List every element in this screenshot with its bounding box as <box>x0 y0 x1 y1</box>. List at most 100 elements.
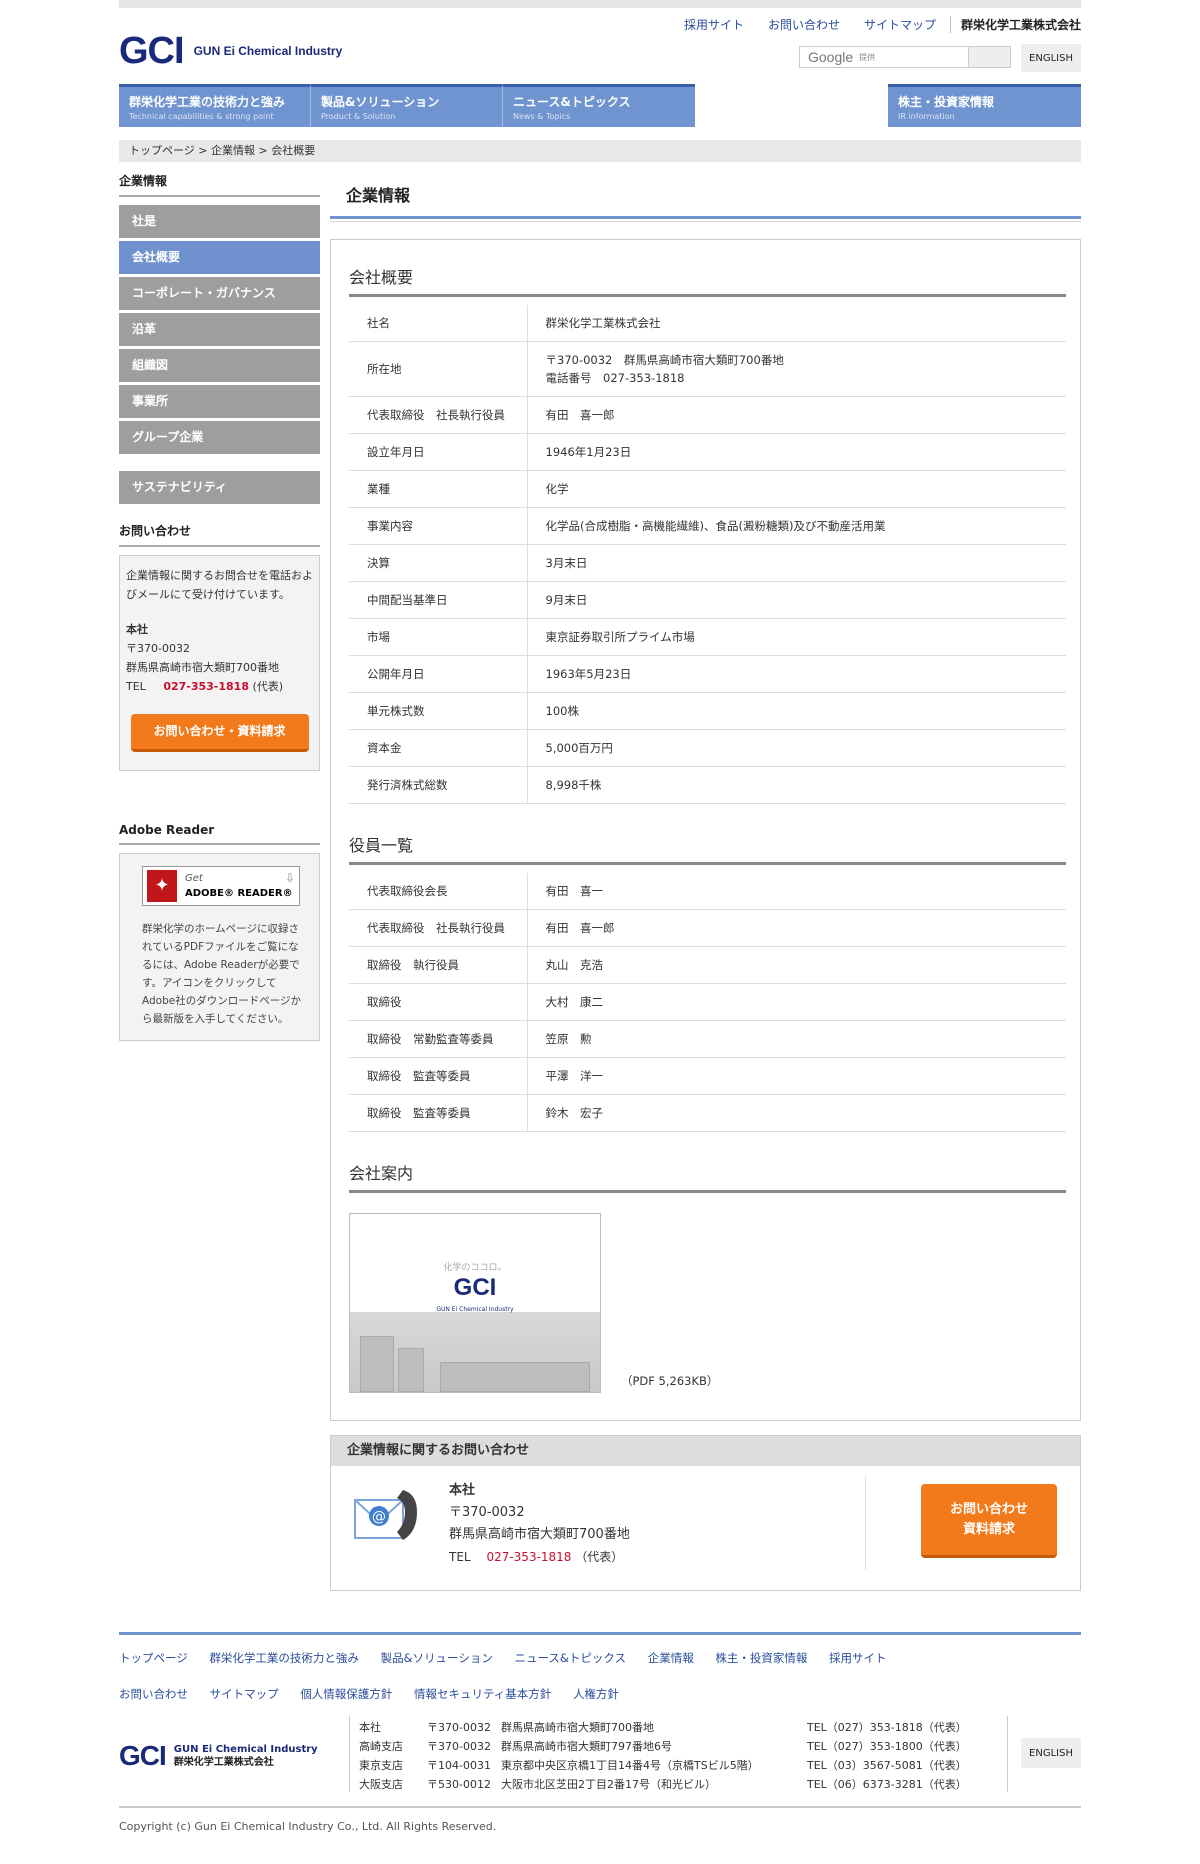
table-key: 公開年月日 <box>349 655 528 693</box>
main-content: 企業情報 会社概要 社名 群栄化学工業株式会社 所在地 〒370-0032 群馬県高… <box>330 172 1081 1591</box>
footer-logo-mark: GCI <box>119 1740 167 1771</box>
google-sub: 提供 <box>859 52 876 62</box>
table-value: 群栄化学工業株式会社 <box>527 305 1066 342</box>
guide-heading: 会社案内 <box>349 1132 1066 1193</box>
table-key: 決算 <box>349 544 528 582</box>
pamphlet-thumbnail[interactable]: 化学のココロ。 GCI GUN Ei Chemical Industry <box>349 1213 601 1393</box>
table-value: 1963年5月23日 <box>527 655 1066 693</box>
footer-link[interactable]: 情報セキュリティ基本方針 <box>414 1687 551 1701</box>
footer-link[interactable]: お問い合わせ <box>119 1687 188 1701</box>
table-value: 〒370-0032 群馬県高崎市宿大類町700番地 電話番号 027-353-18… <box>527 341 1066 397</box>
inquiry-button-line2: 資料請求 <box>962 1522 1015 1537</box>
table-row: 設立年月日 1946年1月23日 <box>349 433 1066 471</box>
table-key: 取締役 監査等委員 <box>349 1057 528 1095</box>
gnav-sublabel: IR information <box>898 112 955 121</box>
english-button[interactable]: ENGLISH <box>1021 44 1081 72</box>
sidebar: 企業情報 社是 会社概要 コーポレート・ガバナンス 沿革 組織図 事業所 グルー… <box>119 172 320 1041</box>
sidebar-item-sustainability[interactable]: サステナビリティ <box>119 471 320 504</box>
inquiry-tel[interactable]: 027-353-1818 <box>486 1550 571 1564</box>
sidebar-item-organization[interactable]: 組織図 <box>119 349 320 382</box>
sidebar-item-overview[interactable]: 会社概要 <box>119 241 320 274</box>
office-tel: TEL（027）353-1818（代表） <box>807 1721 967 1734</box>
google-word: Google <box>808 49 854 65</box>
top-link-sitemap[interactable]: サイトマップ <box>864 16 936 33</box>
footer-english-button[interactable]: ENGLISH <box>1021 1738 1081 1768</box>
sidebar-item-governance[interactable]: コーポレート・ガバナンス <box>119 277 320 310</box>
copyright: Copyright (c) Gun Ei Chemical Industry C… <box>119 1820 497 1833</box>
gnav-sublabel: Technical capabilities & strong point <box>129 112 274 121</box>
table-row: 代表取締役会長 有田 喜一 <box>349 873 1066 910</box>
table-row: 取締役 大村 康二 <box>349 983 1066 1021</box>
top-link-contact[interactable]: お問い合わせ <box>768 16 840 33</box>
table-value: 化学品(合成樹脂・高機能繊維)、食品(澱粉糖類)及び不動産活用業 <box>527 507 1066 545</box>
pamphlet-catch: 化学のココロ。 <box>443 1263 507 1273</box>
breadcrumb[interactable]: トップページ > 企業情報 > 会社概要 <box>119 140 1081 162</box>
gnav-news[interactable]: ニュース&トピックス News & Topics <box>503 84 695 127</box>
site-logo[interactable]: GCI GUN Ei Chemical Industry <box>119 32 342 70</box>
footer-logo[interactable]: GCI GUN Ei Chemical Industry 群栄化学工業株式会社 <box>119 1740 318 1772</box>
table-row: 単元株式数 100株 <box>349 692 1066 730</box>
footer-link[interactable]: サイトマップ <box>210 1687 279 1701</box>
footer-link[interactable]: 株主・投資家情報 <box>715 1651 807 1665</box>
office-row: 本社 〒370-0032 群馬県高崎市宿大類町700番地 TEL（027）353-18… <box>359 1718 987 1737</box>
footer-link[interactable]: 企業情報 <box>648 1651 694 1665</box>
gnav-label: 群栄化学工業の技術力と強み <box>129 95 286 109</box>
office-tel: TEL（06）6373-3281（代表） <box>807 1778 967 1791</box>
search-input[interactable]: Google 提供 <box>799 46 969 68</box>
table-value: 鈴木 宏子 <box>527 1094 1066 1132</box>
table-row: 事業内容 化学品(合成樹脂・高機能繊維)、食品(澱粉糖類)及び不動産活用業 <box>349 507 1066 545</box>
footer-top-line <box>119 1632 1081 1635</box>
sidebar-item-history[interactable]: 沿革 <box>119 313 320 346</box>
table-key: 取締役 常勤監査等委員 <box>349 1020 528 1058</box>
inquiry-request-button[interactable]: お問い合わせ 資料請求 <box>921 1484 1057 1558</box>
table-value: 1946年1月23日 <box>527 433 1066 471</box>
footer-link[interactable]: トップページ <box>119 1651 188 1665</box>
tank-shape <box>360 1336 394 1392</box>
contact-zip: 〒370-0032 <box>126 642 190 655</box>
office-name: 高崎支店 <box>359 1740 403 1753</box>
sidebar-item-motto[interactable]: 社是 <box>119 205 320 238</box>
adobe-box: ✦ Get ADOBE® READER® ⇩ 群栄化学のホームページに収録されて… <box>119 853 320 1041</box>
global-nav: 群栄化学工業の技術力と強み Technical capabilities & s… <box>119 84 695 127</box>
table-key: 取締役 <box>349 983 528 1021</box>
footer-link[interactable]: 群栄化学工業の技術力と強み <box>209 1651 359 1665</box>
office-address: 東京都中央区京橋1丁目14番4号（京橋TSビル5階） <box>501 1759 759 1772</box>
inquiry-hq: 本社 <box>449 1483 476 1498</box>
table-value: 丸山 克浩 <box>527 946 1066 984</box>
plant-shape <box>440 1362 590 1392</box>
gnav-products[interactable]: 製品&ソリューション Product & Solution <box>311 84 503 127</box>
contact-tel[interactable]: 027-353-1818 <box>163 680 249 693</box>
footer-link[interactable]: ニュース&トピックス <box>515 1651 627 1665</box>
office-name: 東京支店 <box>359 1759 403 1772</box>
sidebar-heading: 企業情報 <box>119 172 320 197</box>
table-row: 中間配当基準日 9月末日 <box>349 581 1066 619</box>
table-row: 所在地 〒370-0032 群馬県高崎市宿大類町700番地 電話番号 027-353… <box>349 341 1066 397</box>
sidebar-item-group[interactable]: グループ企業 <box>119 421 320 454</box>
gnav-technology[interactable]: 群栄化学工業の技術力と強み Technical capabilities & s… <box>119 84 311 127</box>
officers-heading: 役員一覧 <box>349 804 1066 865</box>
search-button[interactable] <box>969 46 1011 68</box>
footer-link[interactable]: 人権方針 <box>573 1687 619 1701</box>
table-key: 取締役 執行役員 <box>349 946 528 984</box>
footer-link[interactable]: 個人情報保護方針 <box>300 1687 392 1701</box>
logo-mark: GCI <box>119 30 185 72</box>
page-title: 企業情報 <box>330 172 1081 222</box>
gnav-ir[interactable]: 株主・投資家情報 IR information <box>888 84 1081 127</box>
table-value: 笠原 勲 <box>527 1020 1066 1058</box>
top-link-recruit[interactable]: 採用サイト <box>684 16 744 33</box>
sidebar-item-offices[interactable]: 事業所 <box>119 385 320 418</box>
table-value: 平澤 洋一 <box>527 1057 1066 1095</box>
get-adobe-reader-badge[interactable]: ✦ Get ADOBE® READER® ⇩ <box>142 866 300 906</box>
table-value: 9月末日 <box>527 581 1066 619</box>
inquiry-body: @ 本社 〒370-0032 群馬県高崎市宿大類町700番地 TEL 027-3… <box>331 1466 1080 1590</box>
footer-link[interactable]: 製品&ソリューション <box>381 1651 493 1665</box>
footer-link[interactable]: 採用サイト <box>829 1651 887 1665</box>
company-name: 群栄化学工業株式会社 <box>949 16 1081 33</box>
office-address: 大阪市北区芝田2丁目2番17号（和光ビル） <box>501 1778 716 1791</box>
company-guide: 化学のココロ。 GCI GUN Ei Chemical Industry （PD… <box>349 1213 1066 1393</box>
adobe-heading: Adobe Reader <box>119 823 320 845</box>
pamphlet-logo: GCI <box>453 1274 497 1301</box>
contact-request-button[interactable]: お問い合わせ・資料請求 <box>130 714 309 752</box>
table-row: 取締役 監査等委員 平澤 洋一 <box>349 1057 1066 1095</box>
